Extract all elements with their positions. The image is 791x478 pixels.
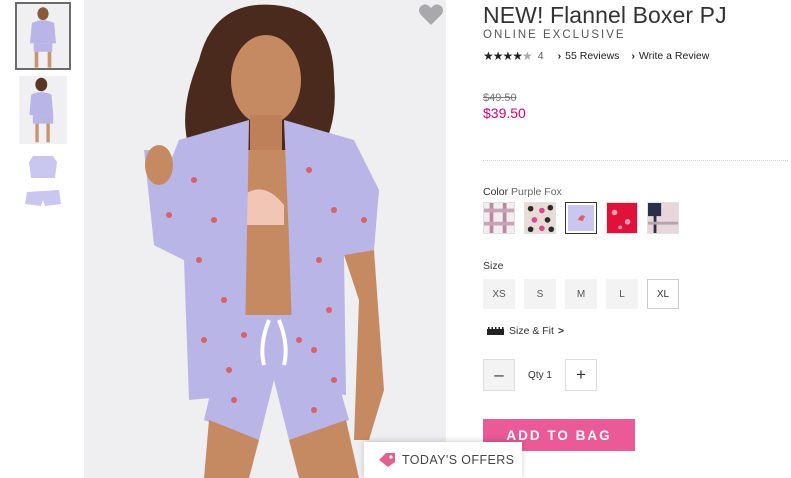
swatch-red-floral[interactable]	[606, 202, 638, 234]
size-option-xl[interactable]: XL	[647, 279, 679, 309]
color-label: Color Purple Fox	[483, 186, 562, 198]
navy-plaid-pattern	[648, 203, 678, 233]
plaid-pattern	[484, 203, 514, 233]
swatch-plaid-pink[interactable]	[483, 202, 515, 234]
size-option-m[interactable]: M	[565, 279, 597, 309]
size-options: XS S M L XL	[483, 279, 688, 309]
size-option-l[interactable]: L	[606, 279, 638, 309]
price-tag-icon	[379, 453, 395, 467]
swatch-navy-plaid[interactable]	[647, 202, 679, 234]
quantity-increase-button[interactable]: +	[565, 359, 597, 391]
selected-color-name: Purple Fox	[511, 186, 562, 198]
thumbnail-flatlay[interactable]	[15, 150, 71, 218]
todays-offers-tab[interactable]: TODAY'S OFFERS	[364, 442, 522, 478]
star-icon-empty: ★	[522, 49, 533, 63]
thumbnail-back-image	[19, 76, 67, 144]
divider	[483, 160, 788, 161]
quantity-label: Qty 1	[528, 369, 552, 381]
product-title: NEW! Flannel Boxer PJ	[483, 2, 727, 28]
size-option-xs[interactable]: XS	[483, 279, 515, 309]
chevron-right-icon: ›	[557, 50, 562, 62]
quantity-decrease-button[interactable]: –	[483, 359, 515, 391]
color-label-text: Color	[483, 186, 509, 198]
thumbnail-front[interactable]	[15, 2, 71, 70]
heart-icon	[419, 4, 443, 25]
rating-row: ★★★★★ 4 › 55 Reviews › Write a Review	[483, 48, 783, 64]
color-swatches	[483, 202, 688, 234]
thumbnail-list	[15, 2, 73, 224]
size-option-s[interactable]: S	[524, 279, 556, 309]
size-fit-label: Size & Fit	[509, 325, 554, 337]
swatch-leopard[interactable]	[524, 202, 556, 234]
rating-value: 4	[537, 50, 544, 62]
rating-stars: ★★★★★	[483, 49, 533, 63]
product-main-image	[84, 0, 446, 478]
write-review-link[interactable]: › Write a Review	[631, 50, 709, 62]
thumbnail-back[interactable]	[15, 76, 71, 144]
write-review-label: Write a Review	[638, 50, 710, 62]
chevron-right-icon: >	[557, 325, 565, 337]
original-price: $49.50	[483, 92, 517, 104]
reviews-link-label: 55 Reviews	[565, 50, 620, 62]
swatch-purple-fox[interactable]	[565, 202, 597, 234]
thumbnail-flatlay-image	[15, 150, 71, 218]
product-subtitle: ONLINE EXCLUSIVE	[483, 29, 626, 41]
size-label: Size	[483, 260, 504, 272]
model-photo	[84, 0, 446, 478]
purple-fox-pattern	[568, 205, 594, 231]
todays-offers-label: TODAY'S OFFERS	[402, 453, 515, 467]
sale-price: $39.50	[483, 105, 526, 121]
favorite-heart-icon[interactable]	[418, 3, 444, 27]
size-fit-link[interactable]: Size & Fit >	[487, 325, 564, 337]
reviews-link[interactable]: › 55 Reviews	[558, 50, 620, 62]
ruler-icon	[487, 327, 504, 335]
chevron-right-icon: ›	[631, 50, 635, 62]
star-icons-filled: ★★★★	[483, 49, 523, 63]
thumbnail-front-image	[17, 4, 69, 68]
leopard-pattern	[525, 203, 555, 233]
product-info: NEW! Flannel Boxer PJ ONLINE EXCLUSIVE ★…	[483, 0, 788, 451]
quantity-stepper: – Qty 1 +	[483, 359, 597, 391]
red-floral-pattern	[607, 203, 637, 233]
